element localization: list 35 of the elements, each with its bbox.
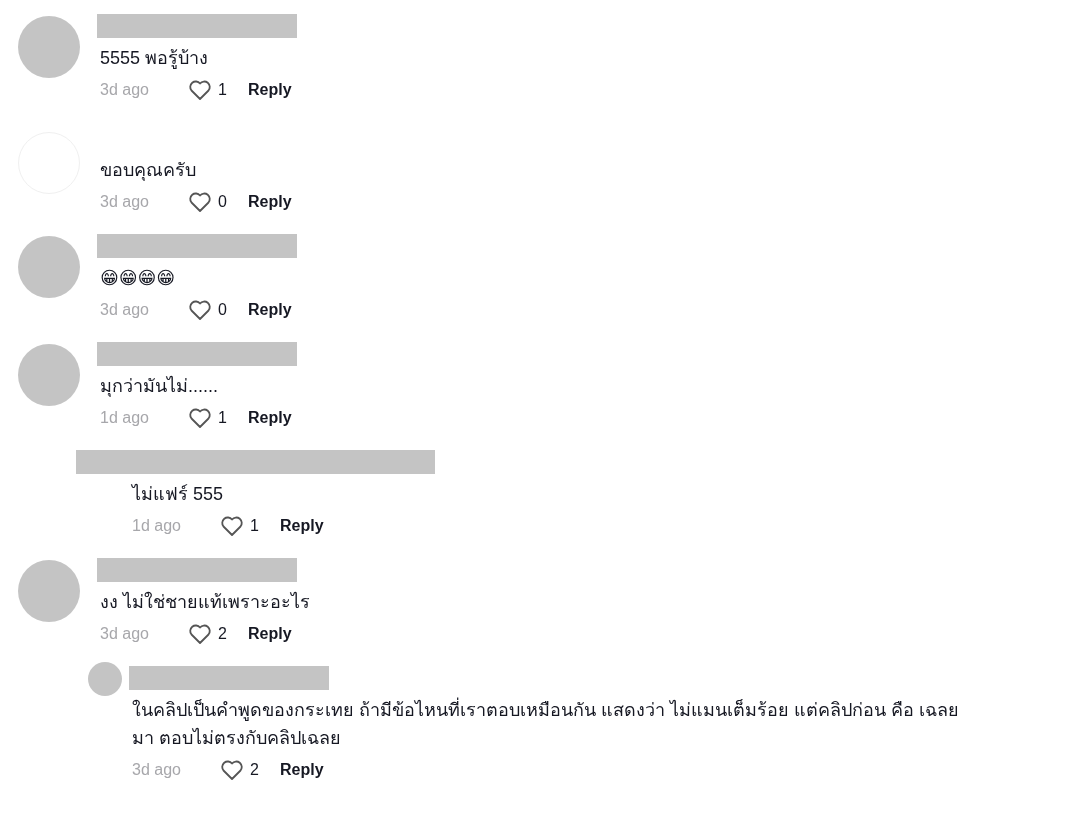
timestamp: 1d ago — [132, 516, 182, 536]
heart-icon[interactable] — [188, 299, 212, 321]
like-count: 0 — [217, 192, 228, 212]
reply-button[interactable]: Reply — [280, 514, 324, 538]
comment-text: ขอบคุณครับ — [100, 159, 197, 183]
heart-icon[interactable] — [188, 191, 212, 213]
comment-text: งง ไม่ใช่ชายแท้เพราะอะไร — [100, 590, 310, 614]
timestamp: 1d ago — [100, 408, 150, 428]
timestamp: 3d ago — [100, 80, 150, 100]
like-count: 2 — [249, 760, 260, 780]
comment-text: ในคลิปเป็นคำพูดของกระเทย ถ้ามีข้อไหนที่เราตอบเหมือนกัน แสดงว่า ไม่แมนเต็มร้อย แต่คลิปก่อน คือ เฉลย มา ตอบไม่ตรงกับคลิปเฉลย — [132, 696, 982, 752]
heart-icon[interactable] — [188, 407, 212, 429]
reply-button[interactable]: Reply — [280, 758, 324, 782]
reply-button[interactable]: Reply — [248, 298, 292, 322]
comment-text: 😁😁😁😁 — [100, 267, 177, 290]
timestamp: 3d ago — [100, 300, 150, 320]
heart-icon[interactable] — [220, 515, 244, 537]
like-count: 1 — [217, 408, 228, 428]
heart-icon[interactable] — [188, 79, 212, 101]
heart-icon[interactable] — [220, 759, 244, 781]
heart-icon[interactable] — [188, 623, 212, 645]
like-count: 1 — [217, 80, 228, 100]
comment-text: มุกว่ามันไม่...... — [100, 375, 219, 399]
reply-button[interactable]: Reply — [248, 622, 292, 646]
like-count: 2 — [217, 624, 228, 644]
like-count: 0 — [217, 300, 228, 320]
timestamp: 3d ago — [100, 192, 150, 212]
reply-button[interactable]: Reply — [248, 78, 292, 102]
comment-text: 5555 พอรู้บ้าง — [100, 47, 210, 71]
timestamp: 3d ago — [132, 760, 182, 780]
timestamp: 3d ago — [100, 624, 150, 644]
reply-button[interactable]: Reply — [248, 406, 292, 430]
reply-button[interactable]: Reply — [248, 190, 292, 214]
like-count: 1 — [249, 516, 260, 536]
comment-text: ไม่แฟร์ 555 — [132, 483, 225, 506]
